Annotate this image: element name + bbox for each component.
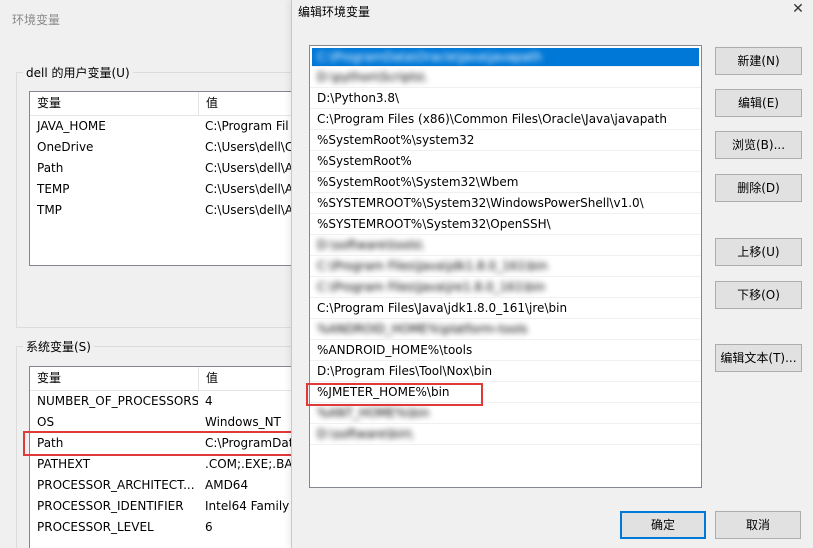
path-entry[interactable]: C:\ProgramData\Oracle\Java\javapath: [312, 48, 699, 67]
table-row[interactable]: PROCESSOR_IDENTIFIER Intel64 Family: [30, 496, 300, 517]
edit-button[interactable]: 编辑(E): [715, 89, 802, 117]
edit-text-button[interactable]: 编辑文本(T)...: [715, 344, 802, 372]
variable-name-cell: TMP: [37, 203, 62, 217]
path-entry-text: D:\software\tools\: [317, 238, 423, 252]
path-entry-text: %SystemRoot%\System32\Wbem: [317, 175, 519, 189]
path-entry-text: D:\Program Files\Tool\Nox\bin: [317, 364, 493, 378]
table-row[interactable]: PROCESSOR_ARCHITECT... AMD64: [30, 475, 300, 496]
variable-value-cell: 4: [205, 394, 213, 408]
variable-name-cell: JAVA_HOME: [37, 119, 106, 133]
path-entry[interactable]: D:\python\Scripts\: [310, 67, 701, 88]
user-variables-list[interactable]: 变量 值 JAVA_HOME C:\Program Fil OneDrive C:\U…: [29, 91, 300, 266]
list-header: 变量 值: [30, 367, 300, 391]
variable-name-cell: PROCESSOR_ARCHITECT...: [37, 478, 195, 492]
path-entry[interactable]: %SYSTEMROOT%\System32\OpenSSH\: [310, 214, 701, 235]
variable-value-cell: C:\Users\dell\A: [205, 203, 294, 217]
table-row[interactable]: OS Windows_NT: [30, 412, 300, 433]
close-icon[interactable]: ✕: [791, 2, 805, 16]
path-entry-text: C:\ProgramData\Oracle\Java\javapath: [317, 50, 542, 64]
variable-value-cell: 6: [205, 520, 213, 534]
path-entry-text: %SYSTEMROOT%\System32\OpenSSH\: [317, 217, 551, 231]
table-row[interactable]: OneDrive C:\Users\dell\C: [30, 137, 300, 158]
user-variables-label: dell 的用户变量(U): [23, 64, 133, 81]
column-header-value[interactable]: 值: [198, 367, 300, 390]
variable-name-cell: NUMBER_OF_PROCESSORS: [37, 394, 198, 408]
path-entry-text: %ANDROID_HOME%\tools: [317, 343, 473, 357]
path-entry[interactable]: C:\Program Files\Java\jdk1.8.0_161\bin: [310, 256, 701, 277]
system-variables-label: 系统变量(S): [23, 338, 94, 355]
list-header: 变量 值: [30, 92, 300, 116]
window-title: 环境变量: [12, 13, 61, 27]
path-entry-text: D:\Python3.8\: [317, 91, 400, 105]
move-up-button[interactable]: 上移(U): [715, 238, 802, 266]
ok-button[interactable]: 确定: [620, 511, 706, 539]
cancel-button[interactable]: 取消: [715, 511, 801, 539]
path-entry[interactable]: %SystemRoot%\system32: [310, 130, 701, 151]
variable-name-cell: TEMP: [37, 182, 70, 196]
edit-environment-variable-dialog: 编辑环境变量 ✕ C:\ProgramData\Oracle\Java\java…: [291, 0, 813, 548]
path-entry-text: %SystemRoot%\system32: [317, 133, 475, 147]
jmeter-highlight-box: [306, 383, 483, 406]
delete-button[interactable]: 删除(D): [715, 174, 802, 202]
table-row[interactable]: TMP C:\Users\dell\A: [30, 200, 300, 221]
path-highlight-box: [23, 431, 300, 456]
path-entry-text: %SYSTEMROOT%\System32\WindowsPowerShell\…: [317, 196, 644, 210]
column-header-value[interactable]: 值: [198, 92, 300, 115]
variable-value-cell: C:\Users\dell\A: [205, 161, 294, 175]
path-entry[interactable]: D:\software\bin\: [310, 424, 701, 445]
path-entry-text: C:\Program Files\Java\jre1.8.0_161\bin: [317, 280, 546, 294]
path-entry-text: C:\Program Files\Java\jdk1.8.0_161\bin: [317, 259, 548, 273]
path-entry[interactable]: D:\software\tools\: [310, 235, 701, 256]
path-entry[interactable]: %SystemRoot%\System32\Wbem: [310, 172, 701, 193]
table-row[interactable]: Path C:\Users\dell\A: [30, 158, 300, 179]
variable-name-cell: PROCESSOR_IDENTIFIER: [37, 499, 184, 513]
variable-value-cell: AMD64: [205, 478, 249, 492]
move-down-button[interactable]: 下移(O): [715, 281, 802, 309]
path-entry-text: %SystemRoot%: [317, 154, 412, 168]
variable-value-cell: C:\Program Fil: [205, 119, 289, 133]
path-entry-text: %ANT_HOME%\bin: [317, 406, 430, 420]
path-entry[interactable]: D:\Program Files\Tool\Nox\bin: [310, 361, 701, 382]
path-entry-text: %ANDROID_HOME%\platform-tools: [317, 322, 528, 336]
variable-name-cell: OneDrive: [37, 140, 94, 154]
table-row[interactable]: NUMBER_OF_PROCESSORS 4: [30, 391, 300, 412]
path-list[interactable]: C:\ProgramData\Oracle\Java\javapath D:\py…: [309, 45, 702, 488]
path-entry[interactable]: D:\Python3.8\: [310, 88, 701, 109]
path-entry[interactable]: C:\Program Files\Java\jre1.8.0_161\bin: [310, 277, 701, 298]
variable-value-cell: C:\Users\dell\A: [205, 182, 294, 196]
variable-value-cell: Windows_NT: [205, 415, 281, 429]
variable-name-cell: OS: [37, 415, 55, 429]
path-entry-text: D:\software\bin\: [317, 427, 413, 441]
table-row[interactable]: TEMP C:\Users\dell\A: [30, 179, 300, 200]
path-entry[interactable]: %ANT_HOME%\bin: [310, 403, 701, 424]
variable-name-cell: Path: [37, 161, 64, 175]
variable-name-cell: PATHEXT: [37, 457, 91, 471]
column-header-variable[interactable]: 变量: [30, 367, 198, 390]
path-entry[interactable]: C:\Program Files\Java\jdk1.8.0_161\jre\b…: [310, 298, 701, 319]
path-entry[interactable]: %ANDROID_HOME%\tools: [310, 340, 701, 361]
environment-variables-window: 环境变量 dell 的用户变量(U) 变量 值 JAVA_HOME C:\Prog…: [0, 0, 300, 548]
new-button[interactable]: 新建(N): [715, 47, 802, 75]
system-variables-list[interactable]: 变量 值 NUMBER_OF_PROCESSORS 4 OS Windows_NT Pa…: [29, 366, 300, 548]
table-row[interactable]: PROCESSOR_LEVEL 6: [30, 517, 300, 538]
path-entry[interactable]: C:\Program Files (x86)\Common Files\Orac…: [310, 109, 701, 130]
table-row[interactable]: JAVA_HOME C:\Program Fil: [30, 116, 300, 137]
dialog-title: 编辑环境变量: [298, 5, 371, 19]
path-entry[interactable]: %SystemRoot%: [310, 151, 701, 172]
variable-value-cell: C:\Users\dell\C: [205, 140, 294, 154]
variable-value-cell: Intel64 Family: [205, 499, 290, 513]
column-header-variable[interactable]: 变量: [30, 92, 198, 115]
browse-button[interactable]: 浏览(B)...: [715, 131, 802, 159]
path-entry[interactable]: %ANDROID_HOME%\platform-tools: [310, 319, 701, 340]
path-entry[interactable]: %SYSTEMROOT%\System32\WindowsPowerShell\…: [310, 193, 701, 214]
variable-name-cell: PROCESSOR_LEVEL: [37, 520, 154, 534]
path-entry-text: D:\python\Scripts\: [317, 70, 426, 84]
variable-value-cell: .COM;.EXE;.BAT: [205, 457, 299, 471]
path-entry-text: C:\Program Files\Java\jdk1.8.0_161\jre\b…: [317, 301, 568, 315]
path-entry-text: C:\Program Files (x86)\Common Files\Orac…: [317, 112, 667, 126]
table-row[interactable]: PATHEXT .COM;.EXE;.BAT: [30, 454, 300, 475]
